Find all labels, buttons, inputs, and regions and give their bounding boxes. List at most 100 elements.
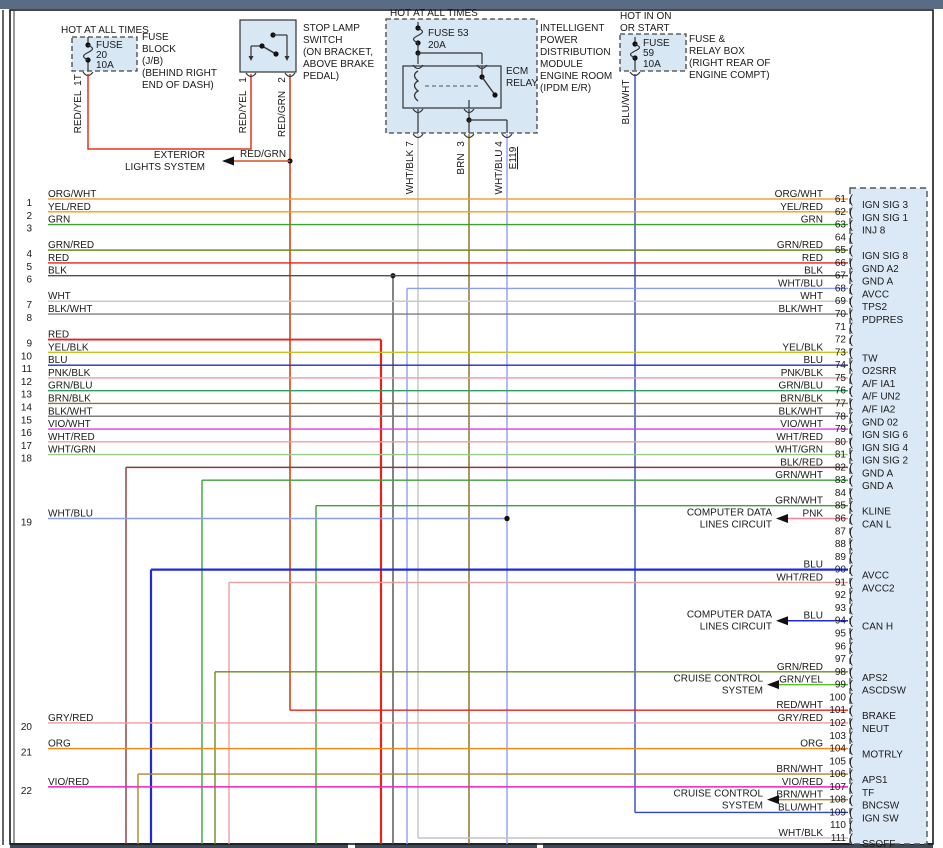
pin-79-number: 79 (835, 424, 847, 435)
left-row-wire-label: ORG/WHT (48, 189, 96, 200)
jb-desc: (BEHIND RIGHT (142, 68, 217, 79)
pin-74-number: 74 (835, 360, 847, 371)
pin-70-number: 70 (835, 309, 847, 320)
pin-77-wire-label: BRN/BLK (780, 393, 823, 404)
pin-75-number: 75 (835, 373, 847, 384)
pin-63-number: 63 (835, 220, 847, 231)
pin-90-signal-name: AVCC (862, 571, 889, 582)
pin-63-signal-name: INJ 8 (862, 226, 886, 237)
pin-78-signal-name: GND 02 (862, 417, 899, 428)
pin-67-wire-label: BLK (804, 266, 823, 277)
pin-85-number: 85 (835, 501, 847, 512)
switch-pin-number: 1 (238, 77, 249, 83)
left-row-number: 17 (21, 441, 33, 452)
pin-82-signal-name: GND A (862, 468, 893, 479)
pin-70-signal-name: PDPRES (862, 315, 903, 326)
annotation-line: CRUISE CONTROL (674, 674, 764, 685)
switch-wire-label: RED/GRN (277, 91, 288, 137)
left-row-number: 20 (21, 722, 33, 733)
left-row-wire-label: BLU (48, 355, 67, 366)
pin-105-number: 105 (829, 756, 846, 767)
wiring-diagram-svg: ORG/WHT1ORG/WHT61(IGN SIG 3YEL/RED2YEL/R… (0, 0, 943, 848)
pin-86-wire-label: PNK (802, 509, 823, 520)
left-row-number: 4 (26, 249, 32, 260)
left-row-wire-label: BRN/BLK (48, 393, 91, 404)
pin-67-signal-name: GND A (862, 277, 893, 288)
jb-desc: BLOCK (142, 44, 176, 55)
pin-69-number: 69 (835, 296, 847, 307)
pin-107-number: 107 (829, 782, 846, 793)
pin-85-wire-label: GRN/WHT (775, 496, 823, 507)
annotation-line: SYSTEM (722, 801, 763, 812)
pin-68-wire-label: WHT/BLU (778, 278, 823, 289)
pin-76-number: 76 (835, 386, 847, 397)
pin-80-wire-label: WHT/RED (776, 432, 823, 443)
pin-66-signal-name: GND A2 (862, 264, 899, 275)
left-row-number: 2 (26, 211, 32, 222)
pin-73-wire-label: YEL/BLK (782, 342, 823, 353)
left-row-number: 10 (21, 351, 33, 362)
left-row-wire-label: ORG (48, 739, 71, 750)
left-row-wire-label: VIO/WHT (48, 419, 91, 430)
pin-75-wire-label: PNK/BLK (781, 368, 824, 379)
left-row-number: 14 (21, 402, 33, 413)
annotation-line: LINES CIRCUIT (700, 622, 772, 633)
pin-110-number: 110 (830, 820, 846, 831)
pin-65-wire-label: GRN/RED (777, 240, 823, 251)
ecm-relay-label: ECM (506, 66, 528, 77)
switch-wire-label: RED/YEL (238, 90, 249, 133)
pin-95-number: 95 (835, 629, 847, 640)
pin-89-number: 89 (835, 552, 847, 563)
switch-dot (273, 51, 278, 56)
left-row-wire-label: WHT (48, 291, 71, 302)
pin-62-wire-label: YEL/RED (780, 202, 823, 213)
pin-92-number: 92 (835, 590, 847, 601)
pin-108-signal-name: BNCSW (862, 801, 900, 812)
pin-106-wire-label: BRN/WHT (776, 764, 823, 775)
left-row-number: 3 (26, 224, 32, 235)
relay-dot (492, 92, 497, 97)
pin-94-wire-label: BLU (804, 611, 823, 622)
left-row-number: 13 (21, 390, 33, 401)
left-row-wire-label: GRN/BLU (48, 381, 92, 392)
jb-hot-label: HOT AT ALL TIMES (61, 25, 149, 36)
exterior-lights-label: EXTERIOR (154, 150, 205, 161)
ecm-relay-label: RELAY (506, 78, 538, 89)
pin-102-number: 102 (829, 718, 846, 729)
pin-80-signal-name: IGN SIG 4 (862, 443, 909, 454)
pin-72-number: 72 (835, 335, 847, 346)
pin-111-wire-label: WHT/BLK (779, 828, 824, 839)
annotation-line: SYSTEM (722, 686, 763, 697)
pin-100-number: 100 (829, 692, 846, 703)
pin-90-wire-label: BLU (804, 560, 823, 571)
left-row-number: 12 (21, 377, 33, 388)
pin-109-wire-label: BLU/WHT (778, 802, 823, 813)
pin-81-wire-label: WHT/GRN (775, 445, 823, 456)
left-row-wire-label: BLK (48, 266, 67, 277)
pin-73-signal-name: TW (862, 353, 878, 364)
pin-81-number: 81 (835, 450, 847, 461)
pin-62-signal-name: IGN SIG 1 (862, 213, 909, 224)
pin-82-number: 82 (835, 462, 847, 473)
stop-lamp-switch-desc: PEDAL) (303, 71, 339, 82)
ipdm-hot-label: HOT AT ALL TIMES (390, 8, 478, 19)
pin-69-wire-label: WHT (800, 291, 823, 302)
ipdm-desc: INTELLIGENT (540, 23, 604, 34)
pin-82-wire-label: BLK/RED (780, 457, 823, 468)
ipdm-pin-number: 7 (405, 141, 416, 147)
left-row-wire-label: BLK/WHT (48, 304, 92, 315)
left-row-wire-label: VIO/RED (48, 777, 89, 788)
frb-desc: RELAY BOX (689, 46, 745, 57)
pin-94-number: 94 (835, 616, 847, 627)
pin-68-signal-name: AVCC (862, 289, 889, 300)
pin-62-number: 62 (835, 207, 847, 218)
frb-fuse-text: 10A (643, 59, 661, 70)
ipdm-desc: POWER (540, 35, 578, 46)
annotation-line: CRUISE CONTROL (674, 789, 764, 800)
pin-99-number: 99 (835, 680, 847, 691)
pin-87-number: 87 (835, 526, 847, 537)
pin-107-wire-label: VIO/RED (782, 777, 823, 788)
left-row-wire-label: WHT/GRN (48, 445, 96, 456)
pin-79-signal-name: IGN SIG 6 (862, 430, 909, 441)
frb-wire-label: BLU/WHT (621, 80, 632, 125)
